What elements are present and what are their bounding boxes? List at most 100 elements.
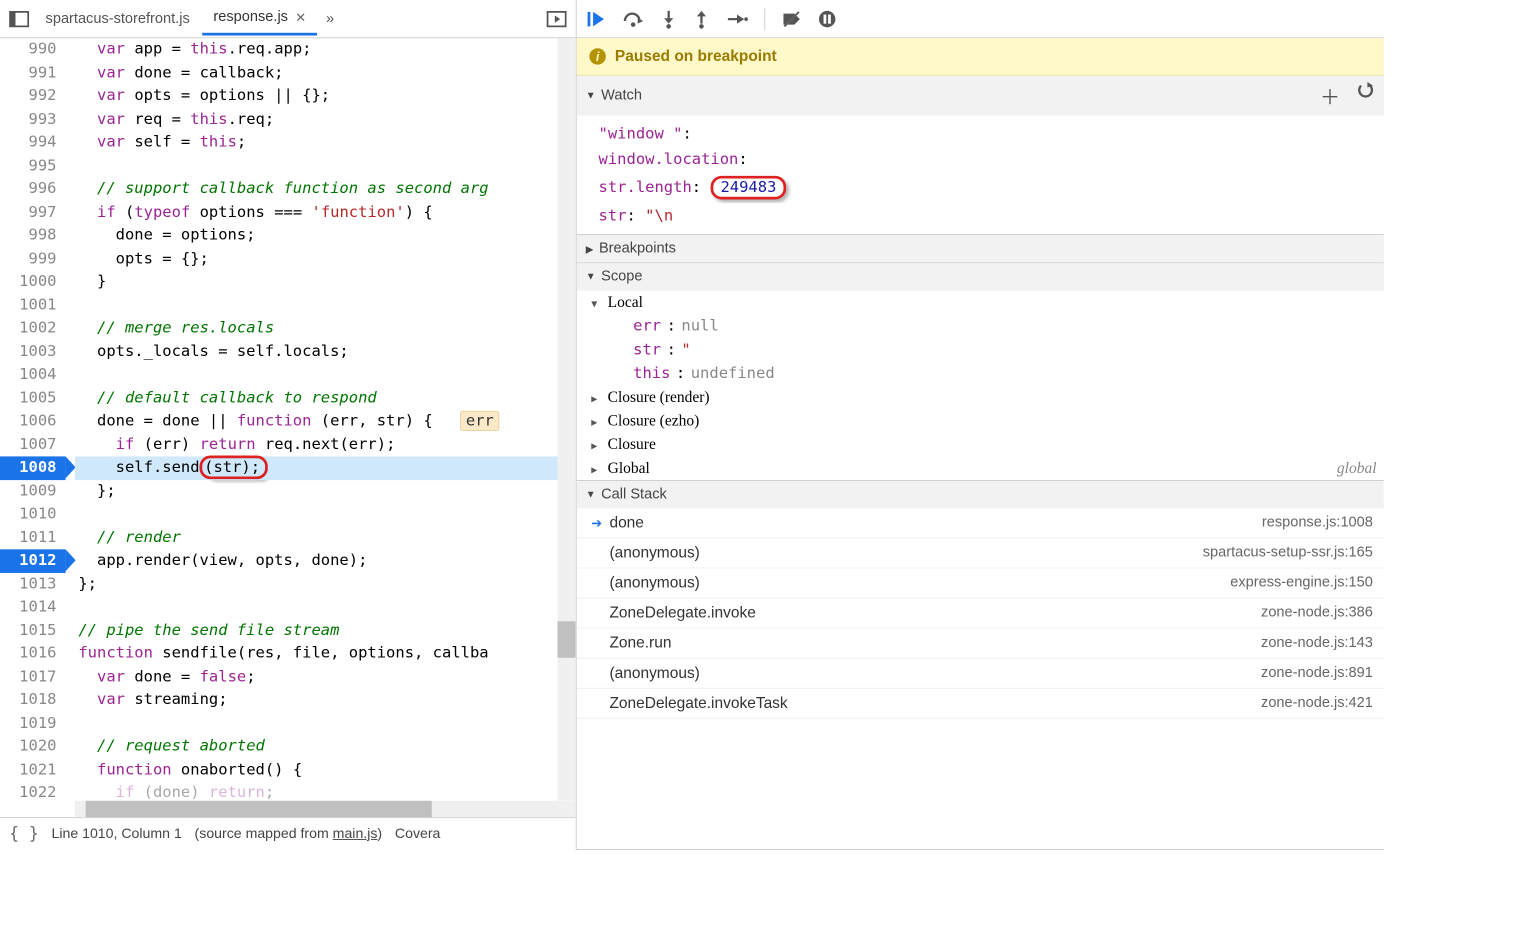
tab-nav-prev[interactable] (5, 5, 32, 32)
line-number[interactable]: 990 (0, 38, 66, 61)
code-line[interactable]: function sendfile(res, file, options, ca… (75, 642, 576, 665)
tab-active[interactable]: response.js ✕ (202, 2, 316, 36)
callstack-row[interactable]: (anonymous)zone-node.js:891 (577, 659, 1384, 689)
line-number[interactable]: 1007 (0, 433, 66, 456)
close-icon[interactable]: ✕ (295, 10, 306, 25)
code-line[interactable]: var done = callback; (75, 61, 576, 84)
scope-row[interactable]: err: null (577, 314, 1384, 338)
code-line[interactable]: // support callback function as second a… (75, 178, 576, 201)
watch-header[interactable]: ▼ Watch ＋ (577, 76, 1384, 116)
code-line[interactable] (75, 596, 576, 619)
line-number[interactable]: 1017 (0, 665, 66, 688)
deactivate-breakpoints-button[interactable] (782, 10, 802, 28)
step-button[interactable] (726, 10, 748, 26)
scope-row[interactable]: str: " (577, 338, 1384, 362)
line-number[interactable]: 995 (0, 154, 66, 177)
add-watch-button[interactable]: ＋ (1320, 81, 1340, 110)
line-number[interactable]: 996 (0, 178, 66, 201)
pause-exceptions-button[interactable] (818, 10, 836, 28)
callstack-row[interactable]: (anonymous)express-engine.js:150 (577, 568, 1384, 598)
code-line[interactable]: done = options; (75, 224, 576, 247)
tabs-overflow[interactable]: » (319, 10, 342, 26)
refresh-watch-button[interactable] (1356, 81, 1374, 110)
watch-row[interactable]: "window ": (577, 121, 1384, 147)
line-number[interactable]: 1014 (0, 596, 66, 619)
code-line[interactable]: }; (75, 573, 576, 596)
line-number[interactable]: 1011 (0, 526, 66, 549)
vertical-scrollbar[interactable] (558, 38, 576, 801)
line-number[interactable]: 998 (0, 224, 66, 247)
code-line[interactable]: function onaborted() { (75, 758, 576, 781)
line-number[interactable]: 1004 (0, 363, 66, 386)
line-number[interactable]: 997 (0, 201, 66, 224)
step-into-button[interactable] (660, 9, 676, 29)
code-line[interactable]: self.send(str); (75, 456, 576, 479)
code-line[interactable] (75, 294, 576, 317)
breakpoints-header[interactable]: ▶ Breakpoints (577, 235, 1384, 262)
code-line[interactable]: // merge res.locals (75, 317, 576, 340)
scope-row[interactable]: ▶Closure (ezho) (577, 409, 1384, 433)
code-line[interactable]: var app = this.req.app; (75, 38, 576, 61)
code-line[interactable]: } (75, 271, 576, 294)
code-line[interactable]: var streaming; (75, 689, 576, 712)
tab-nav-run[interactable] (543, 5, 570, 32)
code-line[interactable]: var req = this.req; (75, 108, 576, 131)
watch-row[interactable]: str: "\n (577, 203, 1384, 229)
code-line[interactable]: if (typeof options === 'function') { (75, 201, 576, 224)
line-number[interactable]: 1002 (0, 317, 66, 340)
code-line[interactable]: // default callback to respond (75, 387, 576, 410)
code-body[interactable]: var app = this.req.app; var done = callb… (75, 38, 576, 801)
line-number[interactable]: 1015 (0, 619, 66, 642)
watch-row[interactable]: str.length: 249483 (577, 172, 1384, 203)
line-number[interactable]: 1005 (0, 387, 66, 410)
line-number[interactable]: 999 (0, 247, 66, 270)
line-number[interactable]: 1020 (0, 735, 66, 758)
code-line[interactable]: app.render(view, opts, done); (75, 549, 576, 572)
code-line[interactable] (75, 712, 576, 735)
callstack-row[interactable]: Zone.runzone-node.js:143 (577, 629, 1384, 659)
line-number[interactable]: 1008 (0, 456, 66, 479)
line-number[interactable]: 1000 (0, 271, 66, 294)
scope-header[interactable]: ▼ Scope (577, 263, 1384, 290)
line-number[interactable]: 993 (0, 108, 66, 131)
line-number[interactable]: 1006 (0, 410, 66, 433)
line-number[interactable]: 991 (0, 61, 66, 84)
code-line[interactable]: var self = this; (75, 131, 576, 154)
scope-row[interactable]: ▶Closure (577, 433, 1384, 457)
line-number[interactable]: 1012 (0, 549, 66, 572)
scope-row[interactable]: ▼Local (577, 291, 1384, 315)
code-line[interactable]: done = done || function (err, str) { err (75, 410, 576, 433)
scope-row[interactable]: this: undefined (577, 362, 1384, 386)
step-over-button[interactable] (622, 10, 644, 28)
tab-inactive[interactable]: spartacus-storefront.js (35, 3, 201, 34)
code-line[interactable]: }; (75, 480, 576, 503)
line-number[interactable]: 1001 (0, 294, 66, 317)
line-number[interactable]: 1021 (0, 758, 66, 781)
step-out-button[interactable] (693, 9, 709, 29)
horizontal-scrollbar[interactable] (75, 801, 576, 817)
code-line[interactable] (75, 154, 576, 177)
line-number[interactable]: 1009 (0, 480, 66, 503)
line-number[interactable]: 1003 (0, 340, 66, 363)
code-line[interactable]: if (done) return; (75, 782, 576, 801)
line-number[interactable]: 992 (0, 85, 66, 108)
code-line[interactable]: if (err) return req.next(err); (75, 433, 576, 456)
code-line[interactable] (75, 503, 576, 526)
pretty-print-icon[interactable]: { } (9, 824, 39, 843)
code-line[interactable]: // render (75, 526, 576, 549)
code-line[interactable]: var done = false; (75, 665, 576, 688)
callstack-row[interactable]: ➔doneresponse.js:1008 (577, 508, 1384, 538)
code-line[interactable]: // pipe the send file stream (75, 619, 576, 642)
scope-row[interactable]: ▶Closure (render) (577, 385, 1384, 409)
code-line[interactable]: var opts = options || {}; (75, 85, 576, 108)
source-map-link[interactable]: main.js (333, 826, 378, 841)
watch-row[interactable]: window.location: (577, 147, 1384, 173)
callstack-row[interactable]: ZoneDelegate.invokezone-node.js:386 (577, 599, 1384, 629)
resume-button[interactable] (586, 9, 606, 29)
callstack-header[interactable]: ▼ Call Stack (577, 481, 1384, 508)
code-line[interactable]: // request aborted (75, 735, 576, 758)
line-number[interactable]: 1018 (0, 689, 66, 712)
callstack-row[interactable]: ZoneDelegate.invokeTaskzone-node.js:421 (577, 689, 1384, 719)
callstack-row[interactable]: (anonymous)spartacus-setup-ssr.js:165 (577, 538, 1384, 568)
line-number[interactable]: 1013 (0, 573, 66, 596)
